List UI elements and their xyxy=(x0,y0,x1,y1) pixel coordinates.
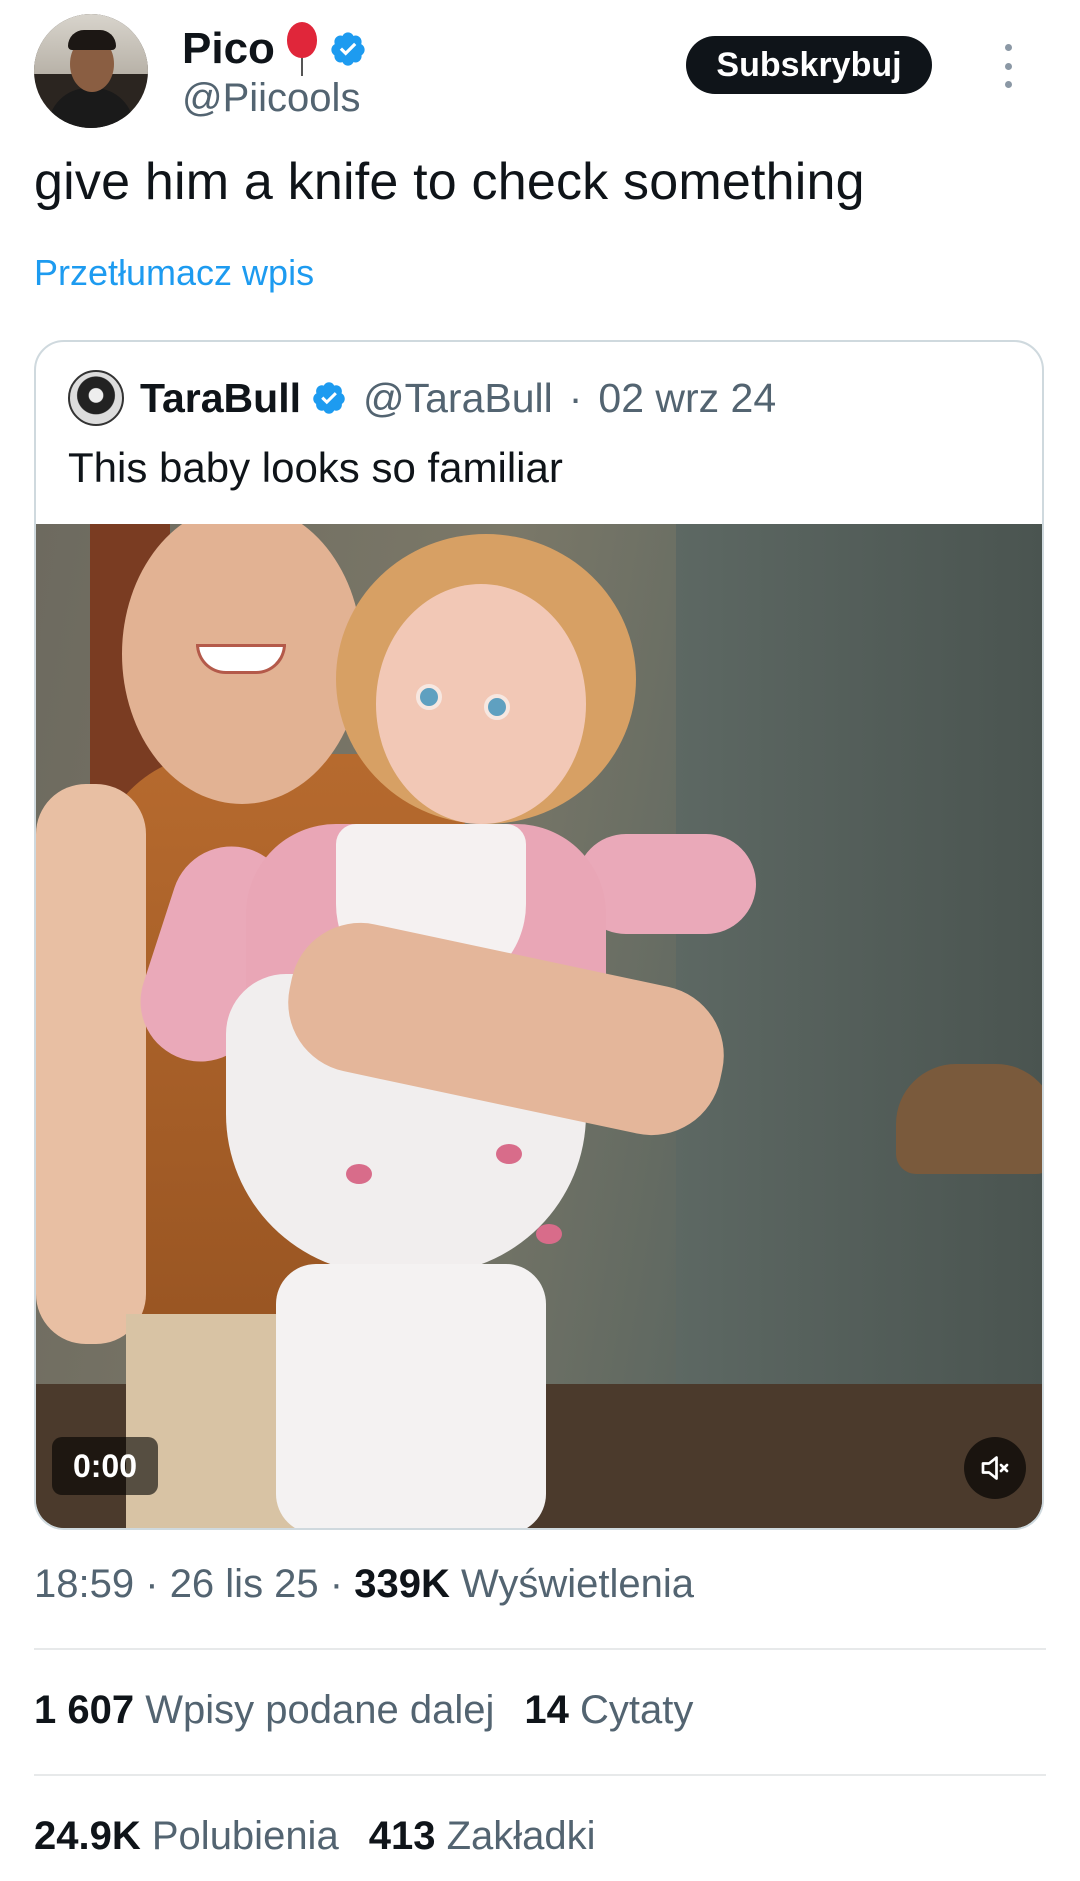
likes-stat[interactable]: 24.9K Polubienia xyxy=(34,1814,339,1859)
divider xyxy=(34,1774,1046,1776)
author-avatar[interactable] xyxy=(34,14,148,128)
quoted-tweet-card[interactable]: TaraBull @TaraBull · 02 wrz 24 This baby… xyxy=(34,340,1044,1530)
quote-author-handle: @TaraBull xyxy=(363,374,553,421)
stats-row-reposts: 1 607 Wpisy podane dalej 14 Cytaty xyxy=(34,1688,693,1733)
quote-author-name: TaraBull xyxy=(140,374,301,421)
quote-video[interactable]: 0:00 xyxy=(36,524,1042,1528)
quote-author-avatar xyxy=(68,370,124,426)
stats-row-likes: 24.9K Polubienia 413 Zakładki xyxy=(34,1814,596,1859)
verified-badge-icon[interactable] xyxy=(329,30,367,68)
video-timestamp: 0:00 xyxy=(52,1437,158,1495)
meta-separator: · xyxy=(145,1562,159,1606)
tweet-text: give him a knife to check something xyxy=(34,153,865,211)
views-count: 339K xyxy=(354,1562,450,1606)
translate-link[interactable]: Przetłumacz wpis xyxy=(34,252,314,294)
tweet-meta: 18:59 · 26 lis 25 · 339K Wyświetlenia xyxy=(34,1562,694,1607)
quote-header: TaraBull @TaraBull · 02 wrz 24 xyxy=(68,370,776,426)
quote-text: This baby looks so familiar xyxy=(68,444,563,491)
bookmarks-stat[interactable]: 413 Zakładki xyxy=(369,1814,596,1859)
post-date[interactable]: 26 lis 25 xyxy=(170,1562,319,1606)
balloon-icon xyxy=(285,20,319,78)
likes-count: 24.9K xyxy=(34,1814,141,1858)
likes-label: Polubienia xyxy=(151,1814,339,1858)
quote-date: 02 wrz 24 xyxy=(598,374,777,421)
divider xyxy=(34,1648,1046,1650)
author-name[interactable]: Pico xyxy=(182,24,275,74)
author-handle[interactable]: @Piicools xyxy=(182,76,360,121)
author-name-row: Pico xyxy=(182,20,367,78)
reposts-label: Wpisy podane dalej xyxy=(145,1688,495,1732)
more-vertical-icon[interactable] xyxy=(1002,44,1014,88)
quote-separator: · xyxy=(568,374,583,421)
quotes-count: 14 xyxy=(524,1688,569,1732)
quote-verified-badge-icon xyxy=(313,382,345,414)
reposts-stat[interactable]: 1 607 Wpisy podane dalej xyxy=(34,1688,494,1733)
subscribe-button[interactable]: Subskrybuj xyxy=(686,36,932,94)
bookmarks-label: Zakładki xyxy=(446,1814,596,1858)
meta-separator: · xyxy=(329,1562,344,1606)
reposts-count: 1 607 xyxy=(34,1688,135,1732)
volume-muted-icon[interactable] xyxy=(964,1437,1026,1499)
bookmarks-count: 413 xyxy=(368,1814,436,1858)
post-time[interactable]: 18:59 xyxy=(34,1562,134,1606)
views-label: Wyświetlenia xyxy=(461,1562,695,1606)
quotes-label: Cytaty xyxy=(579,1688,694,1732)
quotes-stat[interactable]: 14 Cytaty xyxy=(524,1688,693,1733)
tweet-header: Pico @Piicools Subskrybuj xyxy=(34,14,1046,130)
